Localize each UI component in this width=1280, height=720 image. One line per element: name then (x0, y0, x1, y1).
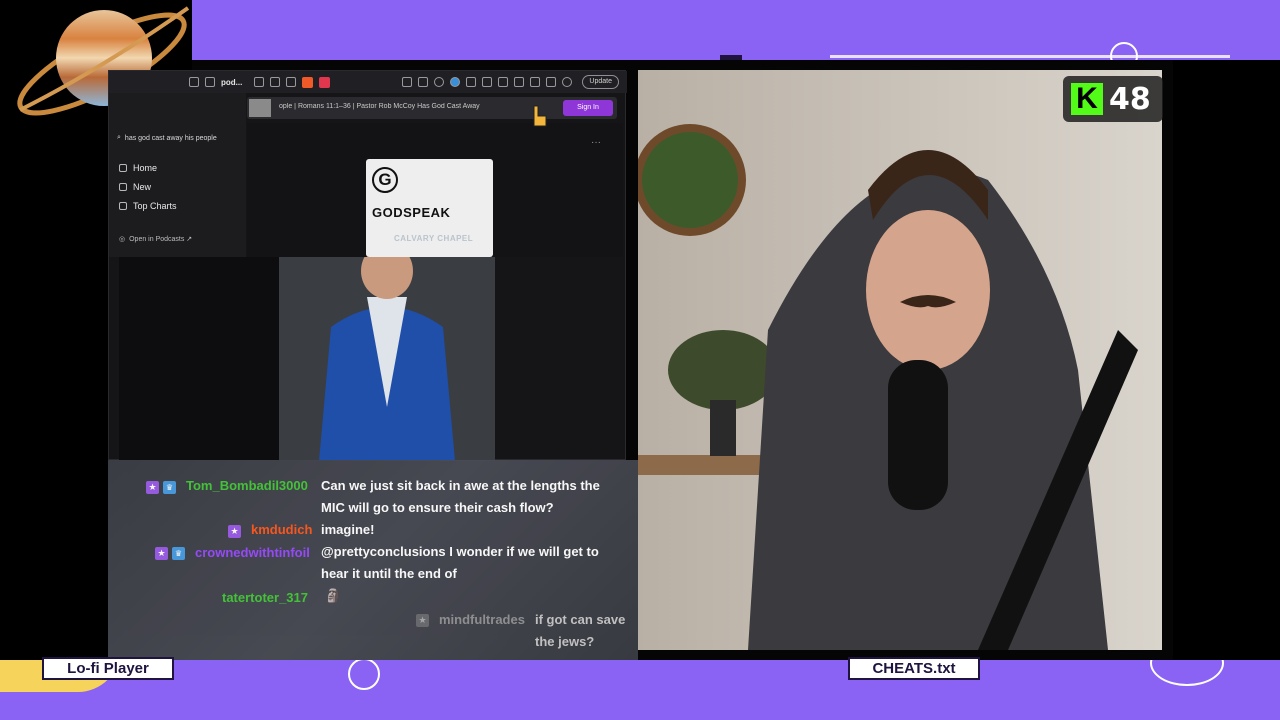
puzzle-icon[interactable] (466, 77, 477, 87)
webcam-feed (638, 70, 1162, 650)
leo-icon[interactable] (546, 77, 557, 87)
badge-subscriber: ♛ (172, 545, 185, 563)
now-playing-bar: ople | Romans 11:1–36 | Pastor Rob McCoy… (247, 97, 617, 119)
chat-message: @prettyconclusions I wonder if we will g… (321, 544, 599, 559)
bottom-background-strip (0, 660, 1280, 720)
extension-icon[interactable] (450, 77, 461, 87)
chat-username[interactable]: mindfultrades (439, 612, 525, 627)
extension-icon[interactable] (434, 77, 445, 87)
extension-icon[interactable] (402, 77, 413, 87)
chat-username[interactable]: Tom_Bombadil3000 (186, 478, 308, 493)
search-input[interactable]: ⌕ has god cast away his people (117, 131, 229, 145)
sidebar-icon[interactable] (514, 77, 525, 87)
edit-icon[interactable] (254, 77, 265, 87)
window-icon[interactable] (270, 77, 281, 87)
top-background-strip (0, 0, 1280, 62)
pastor-photo (279, 257, 495, 461)
chat-message: MIC will go to ensure their cash flow? (321, 500, 554, 515)
chat-username[interactable]: crownedwithtinfoil (195, 545, 313, 560)
badge-star: ★ (155, 545, 168, 563)
decorative-line (830, 55, 1230, 58)
sidebar-item-top-charts[interactable]: Top Charts (119, 201, 177, 211)
kick-logo-icon: K (1071, 83, 1103, 115)
extension-icon[interactable] (418, 77, 429, 87)
badge-subscriber: ♛ (163, 479, 176, 497)
chat-message: imagine! (321, 522, 375, 537)
right-black-panel (1172, 60, 1280, 660)
sidebar-item-label: Home (133, 163, 158, 173)
update-button[interactable]: Update (582, 75, 619, 89)
viewer-count-badge: K 48 (1063, 76, 1163, 122)
streamer-webcam-image (638, 70, 1162, 650)
decorative-circle (348, 658, 380, 690)
brave-rewards-icon[interactable] (319, 76, 331, 88)
open-in-podcasts-link[interactable]: ◎ Open in Podcasts ↗ (119, 235, 192, 243)
chat-message: if got can save (535, 612, 626, 627)
share-icon[interactable] (286, 77, 297, 87)
chat-overlay: ★ ♛ Tom_Bombadil3000 Can we just sit bac… (108, 460, 638, 660)
sidebar-item-label: New (133, 182, 152, 192)
chat-username[interactable]: tatertoter_317 (222, 590, 308, 605)
badge-star: ★ (228, 523, 241, 541)
chat-emote: 🗿 (325, 588, 342, 603)
now-playing-title: ople | Romans 11:1–36 | Pastor Rob McCoy… (279, 103, 480, 110)
more-options-icon[interactable]: ··· (591, 137, 601, 148)
sign-in-button[interactable]: Sign In (563, 100, 613, 116)
chat-username[interactable]: kmdudich (251, 522, 312, 537)
podcast-subtitle: CALVARY CHAPEL (394, 234, 474, 243)
podcast-artwork[interactable]: G GODSPEAK CALVARY CHAPEL (366, 159, 493, 257)
chat-message: the jews? (535, 634, 595, 649)
podcasts-icon: ◎ (119, 236, 126, 243)
sidebar-item-new[interactable]: New (119, 182, 151, 192)
video-background (119, 257, 279, 461)
sidebar-item-label: Top Charts (133, 201, 177, 211)
viewer-count: 48 (1109, 81, 1151, 117)
podcasts-sidebar: ⌕ has god cast away his people Home New … (109, 93, 246, 257)
list-icon (119, 202, 127, 210)
hand-cursor-icon (533, 105, 547, 127)
cheats-file-label: CHEATS.txt (848, 657, 980, 680)
music-icon[interactable] (498, 77, 509, 87)
badge-star: ★ (146, 479, 159, 497)
podcast-title: GODSPEAK (372, 205, 451, 220)
tab-icon[interactable] (205, 77, 215, 87)
wallet-icon[interactable] (530, 77, 541, 87)
extension-icon[interactable] (482, 77, 493, 87)
tab-title[interactable]: pod... (221, 78, 242, 87)
search-icon: ⌕ (117, 134, 121, 141)
vpn-icon[interactable] (562, 77, 573, 87)
grid-icon (119, 183, 127, 191)
home-icon (119, 164, 127, 172)
sidebar-toggle-icon[interactable] (189, 77, 199, 87)
chat-message: Can we just sit back in awe at the lengt… (321, 478, 600, 493)
badge-star: ★ (416, 612, 429, 630)
brave-shield-icon[interactable] (302, 76, 314, 88)
sidebar-item-home[interactable]: Home (119, 163, 157, 173)
browser-tab-bar: pod... Update (109, 71, 627, 93)
podcast-logo: G (372, 167, 398, 193)
episode-artwork[interactable] (249, 99, 271, 117)
lofi-player-label: Lo-fi Player (42, 657, 174, 680)
search-value: has god cast away his people (124, 134, 217, 142)
chat-message: hear it until the end of (321, 566, 457, 581)
left-black-panel (0, 128, 108, 660)
